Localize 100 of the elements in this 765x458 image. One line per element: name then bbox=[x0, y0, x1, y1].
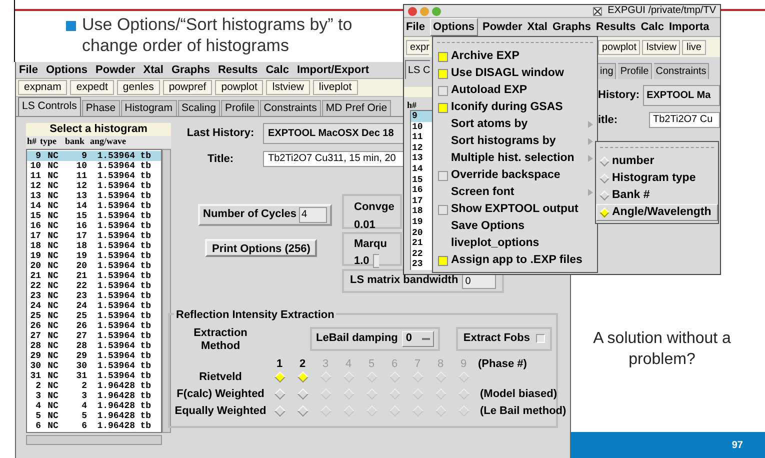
toolbar-button[interactable]: powpref bbox=[162, 80, 212, 95]
list-row[interactable]: 29 NC 29 1.53964 tb bbox=[27, 351, 161, 361]
minimize-button[interactable] bbox=[420, 6, 429, 16]
menu-item[interactable]: Options bbox=[46, 62, 88, 78]
list-row[interactable]: 13 bbox=[411, 153, 432, 164]
toolbar-button[interactable]: liveplot bbox=[312, 80, 358, 95]
menu-item[interactable]: Xtal bbox=[143, 62, 164, 78]
marquardt-field[interactable] bbox=[373, 254, 380, 268]
list-row[interactable]: 15 bbox=[411, 174, 432, 186]
checkbox[interactable] bbox=[438, 170, 448, 180]
menu-item[interactable]: Results bbox=[596, 18, 636, 36]
menu-item[interactable]: Graphs bbox=[552, 18, 591, 36]
list-row[interactable]: 15 NC 15 1.53964 tb bbox=[27, 211, 161, 221]
tab[interactable]: MD Pref Orie bbox=[322, 100, 392, 116]
vertical-scrollbar[interactable] bbox=[162, 149, 171, 433]
list-row[interactable]: 22 bbox=[411, 248, 432, 260]
list-row[interactable]: 19 NC 19 1.53964 tb bbox=[27, 251, 161, 261]
toolbar-button[interactable]: powplot bbox=[598, 40, 640, 54]
checkbox[interactable] bbox=[438, 256, 448, 266]
list-row[interactable]: 2 NC 2 1.96428 tb bbox=[27, 381, 161, 391]
damping-dropdown[interactable]: 0 bbox=[402, 330, 434, 346]
toolbar-button[interactable]: expnam bbox=[18, 80, 68, 95]
radio-button[interactable] bbox=[296, 371, 308, 383]
toolbar-button[interactable]: genles bbox=[116, 80, 160, 95]
list-row[interactable]: 19 bbox=[411, 216, 432, 228]
list-row[interactable]: 9 NC 9 1.53964 tb bbox=[27, 151, 161, 161]
list-row[interactable]: 30 NC 30 1.53964 tb bbox=[27, 361, 161, 371]
checkbox[interactable] bbox=[438, 52, 448, 62]
list-row[interactable]: 24 NC 24 1.53964 tb bbox=[27, 301, 161, 311]
list-row[interactable]: 21 NC 21 1.53964 tb bbox=[27, 271, 161, 281]
menu-item[interactable]: Powder bbox=[96, 62, 136, 78]
list-row[interactable]: 10 bbox=[411, 122, 432, 132]
menu-item[interactable]: Sort histograms by bbox=[433, 133, 597, 150]
menu-item[interactable]: Options bbox=[430, 18, 478, 36]
list-row[interactable]: 25 NC 25 1.53964 tb bbox=[27, 311, 161, 321]
toolbar-button[interactable]: expedt bbox=[70, 80, 114, 95]
list-row[interactable]: 5 NC 5 1.96428 tb bbox=[27, 411, 161, 421]
list-row[interactable]: 11 bbox=[411, 132, 432, 143]
radio-button[interactable] bbox=[296, 405, 308, 417]
toolbar-button[interactable]: lstview bbox=[642, 40, 680, 54]
menu-item[interactable]: number bbox=[596, 153, 718, 170]
list-row[interactable]: 14 bbox=[411, 164, 432, 175]
print-options-button[interactable]: Print Options (256) bbox=[205, 238, 318, 256]
toolbar-button[interactable]: live bbox=[682, 40, 706, 54]
list-row[interactable]: 3 NC 3 1.96428 tb bbox=[27, 391, 161, 401]
checkbox[interactable] bbox=[438, 102, 448, 112]
menu-item[interactable]: Iconify during GSAS bbox=[433, 99, 597, 116]
checkbox[interactable] bbox=[536, 334, 545, 343]
checkbox[interactable] bbox=[438, 86, 448, 96]
list-row[interactable]: 12 NC 12 1.53964 tb bbox=[27, 181, 161, 191]
menu-item[interactable]: File bbox=[406, 18, 425, 36]
menu-item[interactable]: Xtal bbox=[527, 18, 548, 36]
menu-item[interactable]: Autoload EXP bbox=[433, 82, 597, 99]
list-row[interactable]: 18 bbox=[411, 206, 432, 217]
menu-item[interactable]: Save Options bbox=[433, 218, 597, 235]
tab[interactable]: Phase bbox=[82, 100, 120, 116]
menu-item[interactable]: liveplot_options bbox=[433, 235, 597, 252]
menu-item[interactable]: File bbox=[19, 62, 38, 78]
radio-button[interactable] bbox=[600, 156, 610, 166]
menu-item[interactable]: Sort atoms by bbox=[433, 116, 597, 133]
list-row[interactable]: 14 NC 14 1.53964 tb bbox=[27, 201, 161, 211]
toolbar-button[interactable]: lstview bbox=[266, 80, 310, 95]
list-row[interactable]: 20 bbox=[411, 228, 432, 238]
radio-button[interactable] bbox=[274, 388, 286, 400]
list-row[interactable]: 13 NC 13 1.53964 tb bbox=[27, 191, 161, 201]
menu-item[interactable]: Bank # bbox=[596, 187, 718, 204]
cycles-field[interactable]: 4 bbox=[298, 206, 327, 222]
tab[interactable]: Profile bbox=[618, 63, 652, 79]
radio-button[interactable] bbox=[600, 190, 610, 200]
menu-item[interactable]: Histogram type bbox=[596, 170, 718, 187]
tab[interactable]: LS Controls bbox=[18, 97, 81, 116]
menu-item[interactable]: Powder bbox=[482, 18, 522, 36]
menu-item[interactable]: Override backspace bbox=[433, 167, 597, 184]
tab[interactable]: Histogram bbox=[120, 100, 176, 116]
radio-button[interactable] bbox=[600, 174, 610, 184]
list-row[interactable]: 10 NC 10 1.53964 tb bbox=[27, 161, 161, 171]
horizontal-scrollbar[interactable] bbox=[26, 435, 162, 445]
tab[interactable]: Constraints bbox=[260, 100, 321, 116]
close-button[interactable] bbox=[408, 6, 417, 16]
list-row[interactable]: 28 NC 28 1.53964 tb bbox=[27, 341, 161, 351]
list-row[interactable]: 26 NC 26 1.53964 tb bbox=[27, 321, 161, 331]
radio-button[interactable] bbox=[274, 405, 286, 417]
menu-item[interactable]: Screen font bbox=[433, 184, 597, 201]
list-row[interactable]: 16 NC 16 1.53964 tb bbox=[27, 221, 161, 231]
zoom-button[interactable] bbox=[432, 6, 441, 16]
list-row[interactable]: 11 NC 11 1.53964 tb bbox=[27, 171, 161, 181]
tab[interactable]: ing bbox=[598, 63, 616, 79]
list-row[interactable]: 12 bbox=[411, 142, 432, 154]
menu-item[interactable]: Show EXPTOOL output bbox=[433, 201, 597, 218]
menu-item[interactable]: Multiple hist. selection bbox=[433, 150, 597, 167]
list-row[interactable]: 22 NC 22 1.53964 tb bbox=[27, 281, 161, 291]
list-row[interactable]: 20 NC 20 1.53964 tb bbox=[27, 261, 161, 271]
tab[interactable]: LS C bbox=[405, 60, 430, 79]
toolbar-button[interactable]: expr bbox=[406, 40, 430, 54]
toolbar-button[interactable]: powplot bbox=[215, 80, 264, 95]
radio-button[interactable] bbox=[274, 371, 286, 383]
list-row[interactable]: 18 NC 18 1.53964 tb bbox=[27, 241, 161, 251]
menu-item[interactable]: Import/Export bbox=[296, 62, 370, 78]
radio-button[interactable] bbox=[600, 208, 610, 218]
title-field[interactable]: Tb2Ti2O7 Cu bbox=[649, 112, 720, 128]
